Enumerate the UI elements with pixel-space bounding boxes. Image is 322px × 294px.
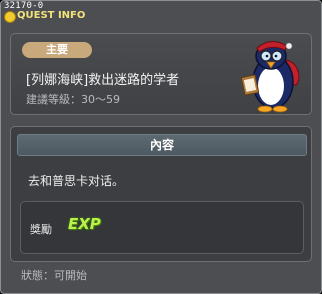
quest-info-window: 32170-0 QUEST INFO 主要 [列娜海峡]救出迷路的学者 建議等級…	[0, 0, 322, 294]
quest-task-text: 去和普思卡对话。	[28, 174, 125, 188]
reward-label: 獎勵	[30, 223, 52, 236]
quest-info-icon	[4, 11, 16, 23]
window-title: QUEST INFO	[17, 10, 86, 21]
quest-name: [列娜海峡]救出迷路的学者	[26, 73, 180, 88]
exp-reward-icon[interactable]: EXP	[68, 215, 101, 233]
quest-content-panel: 內容 去和普思卡对话。 獎勵 EXP	[10, 126, 312, 262]
penguin-npc-icon	[240, 41, 300, 113]
content-header: 內容	[17, 134, 307, 156]
recommended-level: 建議等級：30～59	[26, 93, 120, 106]
quest-summary-panel: 主要 [列娜海峡]救出迷路的学者 建議等級：30～59	[10, 33, 312, 115]
reward-box: 獎勵 EXP	[20, 201, 304, 254]
quest-status: 狀態：可開始	[21, 269, 87, 282]
quest-category-badge: 主要	[22, 42, 92, 58]
title-bar[interactable]: QUEST INFO	[2, 10, 320, 25]
